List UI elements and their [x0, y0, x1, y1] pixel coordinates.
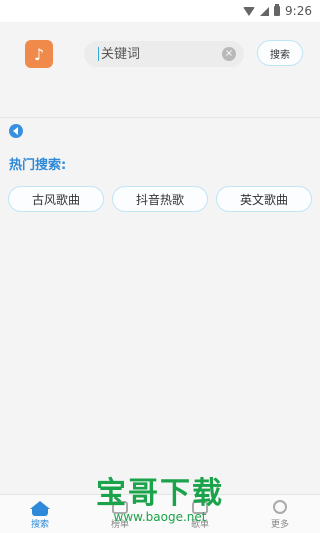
search-header: [0, 22, 320, 118]
tab-chart[interactable]: 榜单: [80, 495, 160, 533]
battery-icon: [274, 4, 281, 16]
tab-search[interactable]: 搜索: [0, 495, 80, 533]
status-bar: 9:26: [0, 0, 320, 22]
hot-search-chip[interactable]: 英文歌曲: [216, 186, 312, 212]
clear-icon[interactable]: ×: [222, 47, 236, 61]
playlist-icon: [192, 501, 208, 514]
music-note-icon: ♪: [25, 40, 53, 68]
hot-search-chip[interactable]: 古风歌曲: [8, 186, 104, 212]
text-cursor: [98, 47, 99, 61]
header-divider: [0, 117, 320, 118]
home-icon: [30, 501, 50, 516]
results-area: [0, 226, 320, 494]
tab-label: 搜索: [30, 520, 49, 530]
tab-label: 更多: [270, 520, 289, 530]
wifi-icon: [243, 6, 256, 16]
status-time: 9:26: [285, 4, 312, 18]
hot-search-chip[interactable]: 抖音热歌: [112, 186, 208, 212]
back-icon[interactable]: [9, 124, 23, 138]
search-button[interactable]: 搜索: [257, 40, 303, 66]
search-input[interactable]: [101, 46, 211, 62]
tab-playlist[interactable]: 歌单: [160, 495, 240, 533]
more-icon: [273, 500, 287, 514]
search-box[interactable]: ×: [84, 41, 244, 67]
tab-label: 榜单: [110, 520, 129, 530]
tab-label: 歌单: [190, 520, 209, 530]
hot-search-label: 热门搜索:: [9, 158, 67, 173]
bottom-tab-bar: 搜索 榜单 歌单 更多: [0, 494, 320, 533]
signal-icon: [260, 6, 270, 16]
list-icon: [112, 501, 128, 514]
tab-more[interactable]: 更多: [240, 495, 320, 533]
